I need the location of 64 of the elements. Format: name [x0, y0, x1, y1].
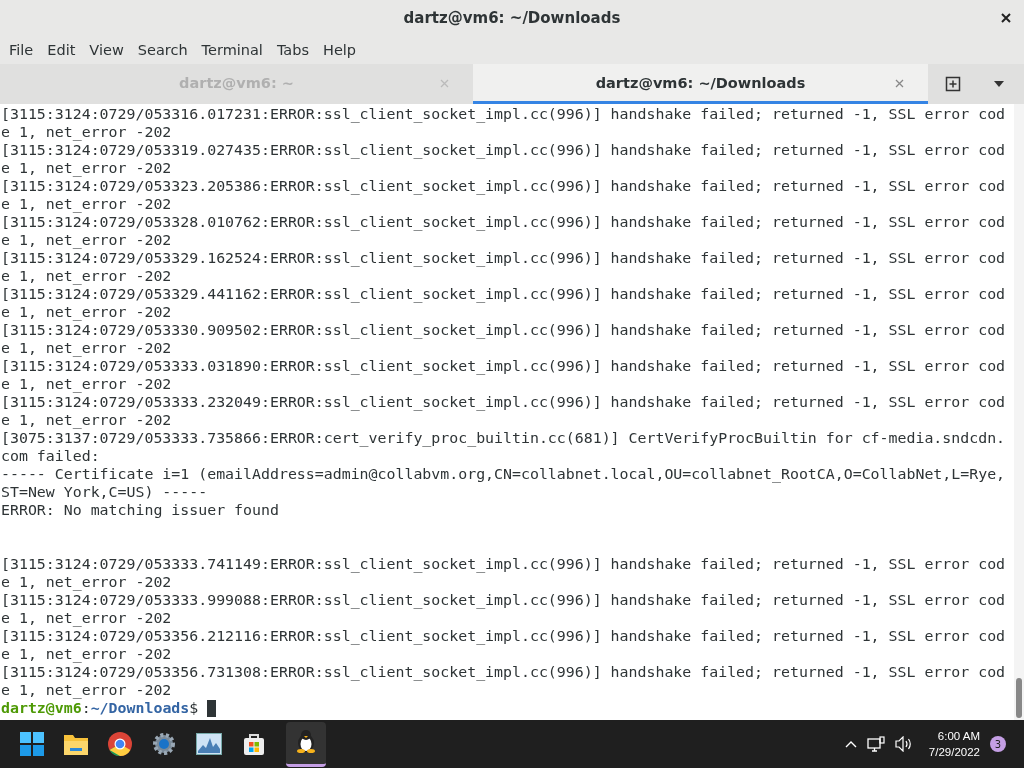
terminal-line: e 1, net_error -202	[0, 267, 173, 285]
menu-item[interactable]: Edit	[40, 41, 83, 58]
terminal-line: [3115:3124:0729/053316.017231:ERROR:ssl_client_socket_impl.cc(996)] handshake failed; returned -1, SSL error cod	[0, 105, 1007, 123]
terminal-line: e 1, net_error -202	[0, 411, 173, 429]
terminal-line: [3115:3124:0729/053329.162524:ERROR:ssl_client_socket_impl.cc(996)] handshake failed; returned -1, SSL error cod	[0, 249, 1007, 267]
menu-item[interactable]: Search	[130, 41, 195, 58]
clock-date[interactable]: 7/29/2022	[928, 744, 980, 760]
terminal-line: [3115:3124:0729/053319.027435:ERROR:ssl_client_socket_impl.cc(996)] handshake failed; returned -1, SSL error cod	[0, 141, 1007, 159]
prompt-user-host: dartz@vm6	[1, 699, 82, 717]
terminal-line: [3115:3124:0729/053323.205386:ERROR:ssl_client_socket_impl.cc(996)] handshake failed; returned -1, SSL error cod	[0, 177, 1007, 195]
store-bag-icon[interactable]	[242, 732, 266, 756]
browser-icon[interactable]	[108, 732, 132, 756]
terminal-tab[interactable]: dartz@vm6: ~/Downloads	[473, 64, 928, 104]
windows-start-icon[interactable]	[20, 732, 44, 756]
terminal-line: e 1, net_error -202	[0, 231, 173, 249]
menu-item[interactable]: Help	[316, 41, 364, 58]
terminal-line: e 1, net_error -202	[0, 159, 173, 177]
terminal-line: e 1, net_error -202	[0, 645, 173, 663]
window-title: dartz@vm6: ~/Downloads	[403, 8, 621, 27]
terminal-line: ----- Certificate i=1 (emailAddress=admin@collabvm.org,CN=collabnet.local,OU=collabnet_RootCA,O=CollabNet,L=Rye,	[0, 465, 1007, 483]
terminal-line: e 1, net_error -202	[0, 195, 173, 213]
menu-item[interactable]: Terminal	[194, 41, 270, 58]
notification-badge[interactable]: 3	[990, 736, 1006, 752]
terminal-line: [3115:3124:0729/053333.031890:ERROR:ssl_client_socket_impl.cc(996)] handshake failed; returned -1, SSL error cod	[0, 357, 1007, 375]
terminal-line: [3115:3124:0729/053330.909502:ERROR:ssl_client_socket_impl.cc(996)] handshake failed; returned -1, SSL error cod	[0, 321, 1007, 339]
text-cursor	[207, 699, 217, 717]
gear-icon[interactable]	[152, 732, 176, 756]
taskbar-active-app[interactable]	[286, 721, 326, 767]
clock-time[interactable]: 6:00 AM	[937, 728, 980, 744]
prompt-path: ~/Downloads	[90, 699, 190, 717]
terminal-line: [3115:3124:0729/053333.741149:ERROR:ssl_client_socket_impl.cc(996)] handshake failed; returned -1, SSL error cod	[0, 555, 1007, 573]
terminal-line: com failed:	[0, 447, 101, 465]
terminal-line: ST=New York,C=US) -----	[0, 483, 209, 501]
prompt-separator: :	[81, 699, 91, 717]
terminal-line: e 1, net_error -202	[0, 303, 173, 321]
terminal-line: [3115:3124:0729/053356.731308:ERROR:ssl_client_socket_impl.cc(996)] handshake failed; returned -1, SSL error cod	[0, 663, 1007, 681]
terminal-line: [3115:3124:0729/053333.999088:ERROR:ssl_client_socket_impl.cc(996)] handshake failed; returned -1, SSL error cod	[0, 591, 1007, 609]
new-tab-icon[interactable]	[944, 76, 961, 92]
speaker-icon[interactable]	[894, 736, 913, 752]
terminal-line: e 1, net_error -202	[0, 339, 173, 357]
menu-item[interactable]: File	[2, 41, 41, 58]
terminal-line: e 1, net_error -202	[0, 573, 173, 591]
chart-icon[interactable]	[196, 733, 222, 755]
terminal-line: [3115:3124:0729/053333.232049:ERROR:ssl_client_socket_impl.cc(996)] handshake failed; returned -1, SSL error cod	[0, 393, 1007, 411]
network-icon[interactable]	[866, 736, 885, 752]
prompt-symbol: $	[189, 699, 199, 717]
menu-item[interactable]: Tabs	[269, 41, 316, 58]
terminal-line: e 1, net_error -202	[0, 123, 173, 141]
terminal-line: [3115:3124:0729/053329.441162:ERROR:ssl_client_socket_impl.cc(996)] handshake failed; returned -1, SSL error cod	[0, 285, 1007, 303]
penguin-icon	[295, 728, 317, 753]
scrollbar[interactable]	[1014, 104, 1024, 720]
terminal-line: e 1, net_error -202	[0, 375, 173, 393]
terminal-line: e 1, net_error -202	[0, 681, 173, 699]
chevron-up-icon[interactable]	[844, 740, 857, 748]
menu-item[interactable]: View	[82, 41, 131, 58]
terminal-line: [3115:3124:0729/053328.010762:ERROR:ssl_client_socket_impl.cc(996)] handshake failed; returned -1, SSL error cod	[0, 213, 1007, 231]
terminal-line: ERROR: No matching issuer found	[0, 501, 280, 519]
folder-icon[interactable]	[64, 733, 88, 755]
terminal-line: e 1, net_error -202	[0, 609, 173, 627]
dropdown-icon[interactable]	[993, 81, 1004, 87]
terminal-line: [3075:3137:0729/053333.735866:ERROR:cert_verify_proc_builtin.cc(681)] CertVerifyProcBuiltin for cf-media.sndcdn.	[0, 429, 1007, 447]
close-icon[interactable]	[1001, 13, 1011, 23]
scrollbar-thumb[interactable]	[1016, 678, 1022, 718]
terminal-line: [3115:3124:0729/053356.212116:ERROR:ssl_client_socket_impl.cc(996)] handshake failed; returned -1, SSL error cod	[0, 627, 1007, 645]
